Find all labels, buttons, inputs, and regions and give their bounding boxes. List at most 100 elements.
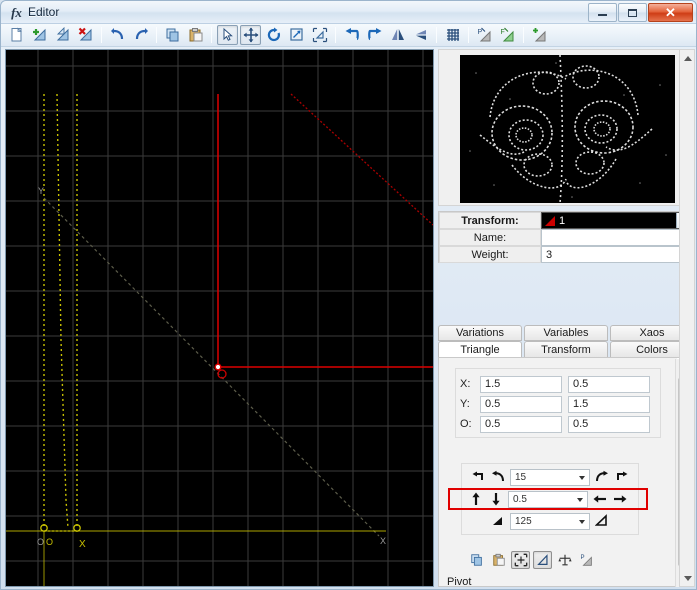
title-bar: fx Editor ✕ bbox=[1, 1, 696, 24]
copy-triangle-icon[interactable] bbox=[467, 551, 486, 569]
add-final-icon[interactable] bbox=[529, 25, 550, 45]
move-row: 0.5 bbox=[448, 488, 648, 510]
pivot-label: Pivot bbox=[447, 576, 472, 588]
post-transform-icon[interactable]: P bbox=[577, 551, 596, 569]
chevron-down-icon bbox=[577, 497, 583, 502]
chevron-down-icon bbox=[579, 475, 585, 480]
fractal-preview-svg bbox=[460, 55, 675, 203]
undo-icon[interactable] bbox=[107, 25, 128, 45]
tab-triangle[interactable]: Triangle bbox=[438, 341, 522, 358]
editor-window: fx Editor ✕ P F Y O O X X Transform: 1 N… bbox=[0, 0, 697, 590]
label-y-axis: Y bbox=[38, 186, 44, 196]
caret-up-icon bbox=[684, 55, 692, 61]
window-scroll-up-button[interactable] bbox=[680, 50, 696, 66]
move-left-icon[interactable] bbox=[592, 490, 608, 508]
triangle-origin-handle[interactable] bbox=[214, 363, 222, 371]
paste-icon[interactable] bbox=[185, 25, 206, 45]
close-button[interactable]: ✕ bbox=[648, 3, 693, 22]
toolbar-separator bbox=[156, 27, 157, 43]
scale-down-icon[interactable] bbox=[490, 512, 506, 530]
tab-row-lower: Triangle Transform Colors bbox=[438, 341, 694, 358]
reset-triangle-icon[interactable] bbox=[511, 551, 530, 569]
scale-up-icon[interactable] bbox=[594, 512, 610, 530]
copy-icon[interactable] bbox=[162, 25, 183, 45]
toolbar-separator bbox=[335, 27, 336, 43]
name-input[interactable] bbox=[541, 229, 693, 246]
move-right-icon[interactable] bbox=[612, 490, 628, 508]
move-amount-select[interactable]: 0.5 bbox=[508, 490, 588, 508]
coord-x-a-input[interactable]: 1.5 bbox=[480, 375, 562, 393]
toolbar-separator bbox=[468, 27, 469, 43]
coord-o-b-input[interactable]: 0.5 bbox=[568, 415, 650, 433]
coord-row-x: X: 1.5 0.5 bbox=[460, 375, 650, 393]
move-amount-value: 0.5 bbox=[513, 493, 527, 505]
new-flame-icon[interactable] bbox=[6, 25, 27, 45]
transform-triangle-icon bbox=[545, 215, 555, 226]
triangle-editor-svg[interactable]: Y O O X X bbox=[6, 50, 433, 586]
flip-horizontal-icon[interactable] bbox=[387, 25, 408, 45]
transform-select[interactable]: 1 bbox=[541, 212, 693, 229]
transform-select-value: 1 bbox=[559, 214, 566, 227]
label-x-yellow: X bbox=[79, 539, 86, 550]
coord-y-label: Y: bbox=[460, 398, 470, 410]
svg-text:P: P bbox=[580, 554, 584, 561]
tab-variations[interactable]: Variations bbox=[438, 325, 522, 341]
coord-y-a-input[interactable]: 0.5 bbox=[480, 395, 562, 413]
flip-vertical-icon[interactable] bbox=[410, 25, 431, 45]
triangle-editor-canvas[interactable]: Y O O X X bbox=[5, 49, 434, 587]
window-scroll-down-button[interactable] bbox=[680, 570, 696, 586]
scale-amount-value: 125 bbox=[515, 515, 532, 527]
toggle-grid-icon[interactable] bbox=[442, 25, 463, 45]
delete-transform-icon[interactable] bbox=[75, 25, 96, 45]
toolbar-separator bbox=[523, 27, 524, 43]
tab-variables[interactable]: Variables bbox=[524, 325, 608, 341]
svg-text:F: F bbox=[500, 29, 504, 36]
paste-triangle-icon[interactable] bbox=[489, 551, 508, 569]
triangle-action-icons: P bbox=[467, 550, 647, 570]
post-transform-icon[interactable]: P bbox=[474, 25, 495, 45]
select-pointer-icon[interactable] bbox=[217, 25, 238, 45]
rotate-ccw-icon[interactable] bbox=[490, 468, 506, 486]
triangle-tab-panel: X: 1.5 0.5 Y: 0.5 1.5 O: 0.5 0.5 15 0.5 … bbox=[438, 357, 694, 589]
window-controls: ✕ bbox=[588, 3, 693, 22]
coord-row-y: Y: 0.5 1.5 bbox=[460, 395, 650, 413]
coord-o-a-input[interactable]: 0.5 bbox=[480, 415, 562, 433]
rotate-cw-90-icon[interactable] bbox=[614, 468, 630, 486]
redo-icon[interactable] bbox=[130, 25, 151, 45]
show-triangle-icon[interactable] bbox=[533, 551, 552, 569]
reset-triangle-icon[interactable] bbox=[309, 25, 330, 45]
coord-x-label: X: bbox=[460, 378, 471, 390]
tab-row-upper: Variations Variables Xaos bbox=[438, 325, 694, 341]
toolbar-separator bbox=[436, 27, 437, 43]
coordinate-group: X: 1.5 0.5 Y: 0.5 1.5 O: 0.5 0.5 bbox=[455, 368, 661, 438]
pivot-group: Pivot 0 0 R Local P bbox=[447, 576, 667, 589]
weight-input[interactable]: 3 bbox=[541, 246, 693, 263]
final-transform-icon[interactable]: F bbox=[497, 25, 518, 45]
coord-x-b-input[interactable]: 0.5 bbox=[568, 375, 650, 393]
tab-transform[interactable]: Transform bbox=[524, 341, 608, 358]
fractal-preview[interactable] bbox=[460, 55, 675, 203]
balance-icon[interactable] bbox=[555, 551, 574, 569]
coord-y-b-input[interactable]: 1.5 bbox=[568, 395, 650, 413]
duplicate-transform-icon[interactable] bbox=[52, 25, 73, 45]
rotate-icon[interactable] bbox=[263, 25, 284, 45]
rotate-right-icon[interactable] bbox=[364, 25, 385, 45]
move-icon[interactable] bbox=[240, 25, 261, 45]
rotate-left-icon[interactable] bbox=[341, 25, 362, 45]
canvas-background bbox=[6, 50, 433, 586]
maximize-icon bbox=[628, 8, 637, 17]
rotate-amount-select[interactable]: 15 bbox=[510, 468, 590, 486]
add-transform-icon[interactable] bbox=[29, 25, 50, 45]
scale-amount-select[interactable]: 125 bbox=[510, 512, 590, 530]
move-up-icon[interactable] bbox=[468, 490, 484, 508]
preview-container bbox=[438, 49, 694, 206]
rotate-ccw-90-icon[interactable] bbox=[470, 468, 486, 486]
transform-header: Transform: 1 Name: Weight: 3 bbox=[438, 211, 694, 263]
maximize-button[interactable] bbox=[618, 3, 647, 22]
move-down-icon[interactable] bbox=[488, 490, 504, 508]
fx-icon: fx bbox=[11, 5, 22, 20]
scale-icon[interactable] bbox=[286, 25, 307, 45]
window-scrollbar[interactable] bbox=[679, 49, 695, 587]
minimize-button[interactable] bbox=[588, 3, 617, 22]
rotate-cw-icon[interactable] bbox=[594, 468, 610, 486]
